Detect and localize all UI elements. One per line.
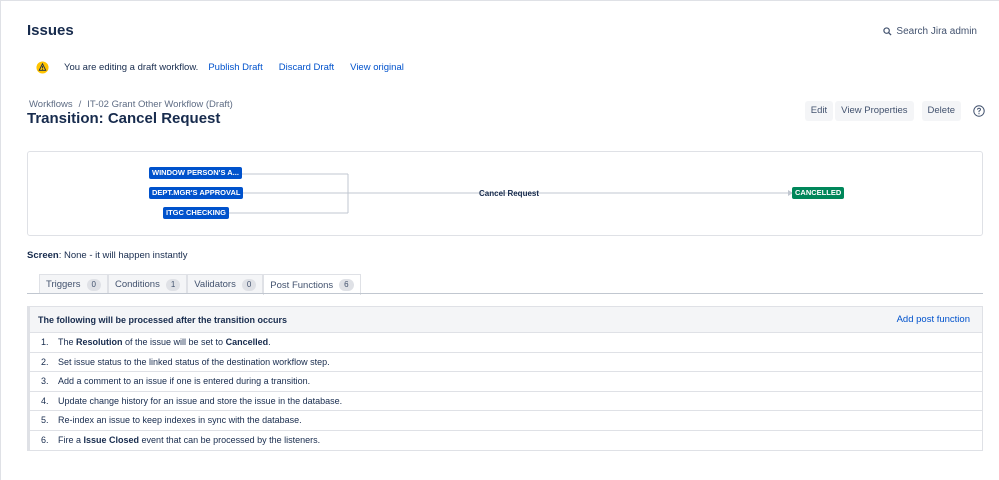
- status-dept-mgr-approval[interactable]: DEPT.MGR'S APPROVAL: [149, 187, 244, 199]
- list-item: 6. Fire a Issue Closed event that can be…: [30, 431, 982, 451]
- item-number: 5.: [41, 415, 49, 426]
- item-number: 3.: [41, 376, 49, 387]
- item-number: 6.: [41, 435, 49, 446]
- tab-label: Triggers: [46, 279, 81, 290]
- post-functions-table: The following will be processed after th…: [27, 306, 983, 451]
- transition-tabs: Triggers 0 Conditions 1 Validators 0 Post F…: [39, 274, 361, 295]
- action-button-group: Edit View Properties: [804, 101, 914, 121]
- discard-draft-link[interactable]: Discard Draft: [279, 62, 334, 73]
- list-item: 1. The Resolution of the issue will be s…: [30, 333, 982, 353]
- transition-actions: Edit View Properties Delete: [804, 101, 985, 121]
- breadcrumb-workflows[interactable]: Workflows: [29, 99, 73, 110]
- item-text: Update change history for an issue and s…: [58, 395, 343, 406]
- tab-post-functions[interactable]: Post Functions 6: [263, 274, 361, 295]
- view-original-link[interactable]: View original: [350, 62, 404, 73]
- draft-bar: You are editing a draft workflow. Publis…: [36, 61, 420, 74]
- view-properties-button[interactable]: View Properties: [835, 101, 914, 121]
- draft-message: You are editing a draft workflow.: [64, 62, 199, 73]
- search-label: Search Jira admin: [896, 26, 977, 37]
- tab-label: Post Functions: [270, 279, 334, 291]
- list-item: 3. Add a comment to an issue if one is e…: [30, 372, 982, 392]
- tab-count-badge: 6: [339, 279, 354, 291]
- delete-button[interactable]: Delete: [921, 101, 961, 121]
- item-number: 2.: [41, 356, 49, 367]
- status-cancelled[interactable]: CANCELLED: [792, 187, 845, 199]
- tab-triggers[interactable]: Triggers 0: [39, 274, 108, 294]
- tab-validators[interactable]: Validators 0: [187, 274, 264, 294]
- tab-conditions[interactable]: Conditions 1: [107, 274, 188, 294]
- item-number: 1.: [41, 337, 49, 348]
- tab-label: Conditions: [114, 279, 160, 290]
- item-text: Add a comment to an issue if one is ente…: [58, 376, 311, 387]
- screen-info: Screen: None - it will happen instantly: [27, 250, 188, 261]
- list-item: 4. Update change history for an issue an…: [30, 392, 982, 411]
- screen-value: : None - it will happen instantly: [58, 250, 188, 261]
- tab-count-badge: 0: [241, 278, 257, 291]
- screen-label: Screen: [27, 250, 59, 261]
- tab-count-badge: 0: [86, 278, 101, 291]
- transition-title: Transition: Cancel Request: [27, 110, 221, 127]
- item-text: The Resolution of the issue will be set …: [58, 337, 271, 348]
- status-window-person[interactable]: WINDOW PERSON'S A...: [149, 167, 242, 179]
- help-icon[interactable]: [973, 105, 985, 117]
- list-item: 5. Re-index an issue to keep indexes in …: [30, 411, 982, 431]
- item-text: Set issue status to the linked status of…: [58, 356, 330, 367]
- status-itgc-checking[interactable]: ITGC CHECKING: [163, 207, 229, 219]
- add-post-function-link[interactable]: Add post function: [897, 314, 970, 325]
- list-item: 2. Set issue status to the linked status…: [30, 353, 982, 372]
- item-number: 4.: [41, 395, 49, 406]
- transition-label: Cancel Request: [479, 189, 540, 198]
- tabs-divider: [27, 293, 983, 294]
- publish-draft-link[interactable]: Publish Draft: [208, 62, 262, 73]
- page-title: Issues: [27, 22, 74, 39]
- post-functions-heading: The following will be processed after th…: [38, 314, 288, 325]
- breadcrumb-separator: /: [78, 99, 82, 110]
- search-icon: [883, 27, 892, 36]
- search-admin[interactable]: Search Jira admin: [883, 26, 977, 37]
- tab-label: Validators: [194, 279, 236, 290]
- item-text: Re-index an issue to keep indexes in syn…: [58, 415, 302, 426]
- breadcrumb: Workflows / IT-02 Grant Other Workflow (Dr…: [29, 99, 233, 110]
- breadcrumb-current[interactable]: IT-02 Grant Other Workflow (Draft): [87, 99, 233, 110]
- edit-button[interactable]: Edit: [804, 101, 834, 121]
- transition-diagram: WINDOW PERSON'S A... DEPT.MGR'S APPROVAL…: [27, 151, 983, 236]
- warning-icon: [36, 61, 49, 74]
- post-functions-header: The following will be processed after th…: [30, 307, 982, 333]
- item-text: Fire a Issue Closed event that can be pr…: [58, 435, 321, 446]
- tab-count-badge: 1: [165, 278, 181, 291]
